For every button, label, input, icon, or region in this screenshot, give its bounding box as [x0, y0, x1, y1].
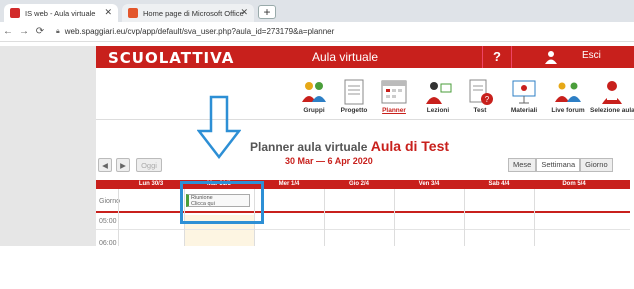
week-calendar: Lun 30/3 Mar 31/3 Mer 1/4 Gio 2/4 Ven 3/…	[96, 180, 634, 247]
forum-icon	[555, 82, 581, 102]
site-header: SCUOLATTIVA Aula virtuale ? Esci	[96, 46, 634, 68]
today-button[interactable]: Oggi	[136, 158, 162, 172]
svg-text:?: ?	[485, 95, 490, 104]
help-button[interactable]: ?	[482, 46, 512, 68]
site-logo[interactable]: SCUOLATTIVA	[108, 49, 234, 67]
left-margin	[0, 46, 96, 246]
test-icon: ?	[469, 79, 493, 105]
view-day-button[interactable]: Giorno	[580, 158, 613, 172]
forward-icon[interactable]: →	[16, 26, 32, 37]
prev-week-button[interactable]: ◀	[98, 158, 112, 172]
exit-button[interactable]: Esci	[582, 50, 601, 61]
url-text: web.spaggiari.eu/cvp/app/default/sva_use…	[64, 27, 335, 36]
planner-title: Planner aula virtuale Aula di Test	[250, 138, 450, 154]
app-title: Aula virtuale	[312, 50, 379, 64]
group-icon	[302, 82, 326, 102]
document-icon	[344, 79, 364, 105]
user-icon[interactable]	[544, 50, 558, 64]
column-header: Lun 30/3	[138, 181, 164, 187]
module-toolbar: Gruppi Progetto Planner Lezioni ? Test M…	[96, 68, 634, 120]
toolbar-item-test[interactable]: ? Test	[458, 78, 502, 114]
teacher-icon	[426, 82, 452, 104]
toolbar-item-lezioni[interactable]: Lezioni	[416, 78, 460, 114]
calendar-icon	[381, 80, 407, 104]
school-favicon-icon	[10, 8, 20, 18]
column-header: Ven 3/4	[418, 181, 440, 187]
tab-office-home[interactable]: Home page di Microsoft Office ✕	[122, 4, 254, 22]
blank-area	[0, 246, 634, 289]
tab-aula-virtuale[interactable]: IS web - Aula virtuale ✕	[4, 4, 118, 22]
column-header: Gio 2/4	[348, 181, 369, 187]
close-icon[interactable]: ✕	[240, 7, 248, 18]
column-header: Dom 5/4	[562, 181, 586, 187]
tab-title: Home page di Microsoft Office	[143, 8, 244, 18]
column-header: Sab 4/4	[488, 181, 510, 187]
office-favicon-icon	[128, 8, 138, 18]
row-label: 05:00	[99, 218, 117, 225]
toolbar-item-materiali[interactable]: Materiali	[502, 78, 546, 114]
browser-tab-bar: IS web - Aula virtuale ✕ Home page di Mi…	[0, 0, 634, 22]
back-icon[interactable]: ←	[0, 26, 16, 37]
url-field[interactable]: 🔒︎ web.spaggiari.eu/cvp/app/default/sva_…	[56, 27, 334, 36]
tab-title: IS web - Aula virtuale	[25, 8, 96, 18]
toolbar-item-progetto[interactable]: Progetto	[332, 78, 376, 114]
lock-icon: 🔒︎	[56, 27, 60, 35]
address-bar: ← → ⟳ 🔒︎ web.spaggiari.eu/cvp/app/defaul…	[0, 22, 634, 42]
annotation-arrow-icon	[197, 95, 241, 159]
column-header: Mer 1/4	[278, 181, 300, 187]
view-month-button[interactable]: Mese	[508, 158, 537, 172]
row-label: Giorno	[99, 198, 121, 205]
view-week-button[interactable]: Settimana	[536, 158, 581, 172]
allday-row	[96, 189, 630, 213]
toolbar-item-gruppi[interactable]: Gruppi	[292, 78, 336, 114]
next-week-button[interactable]: ▶	[116, 158, 130, 172]
toolbar-item-planner[interactable]: Planner	[372, 78, 416, 114]
select-class-icon	[602, 81, 622, 104]
view-switcher: Mese Settimana Giorno	[508, 158, 613, 172]
close-icon[interactable]: ✕	[104, 7, 112, 18]
presentation-icon	[512, 80, 536, 104]
new-tab-button[interactable]: +	[258, 5, 276, 19]
annotation-highlight-box	[180, 181, 264, 224]
reload-icon[interactable]: ⟳	[32, 26, 48, 37]
toolbar-item-selezione-aula[interactable]: Selezione aula	[590, 78, 634, 114]
toolbar-item-live-forum[interactable]: Live forum	[546, 78, 590, 114]
date-range: 30 Mar — 6 Apr 2020	[285, 156, 373, 166]
class-name: Aula di Test	[370, 138, 450, 154]
